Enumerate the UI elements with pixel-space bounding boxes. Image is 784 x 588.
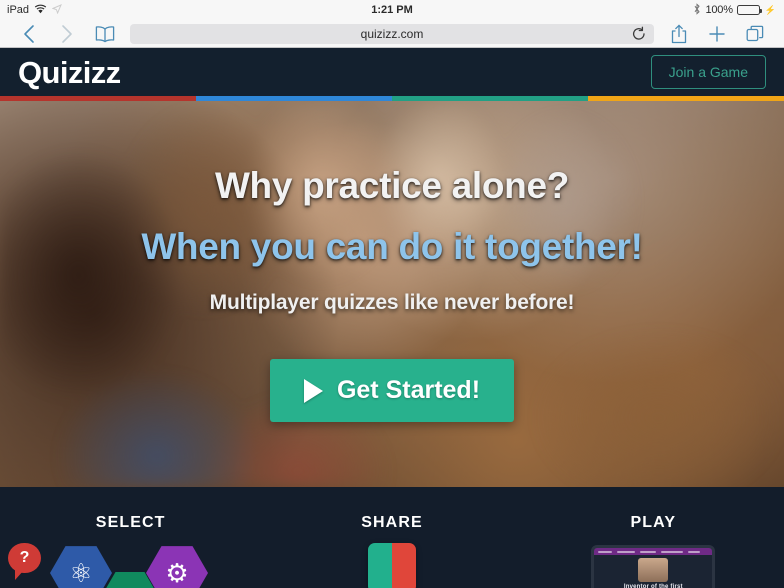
site-navbar: Quizizz Join a Game <box>0 48 784 96</box>
feature-select: SELECT ? ⚛ ⚙ <box>0 487 261 588</box>
charging-bolt-icon: ⚡ <box>764 4 776 15</box>
ipad-safari-screen: iPad 1:21 PM 100% ⚡ quizizz.com Quizizz … <box>0 0 784 588</box>
laptop-screen-topbar <box>594 548 713 555</box>
share-card-icon <box>367 543 416 588</box>
back-button[interactable] <box>10 21 48 47</box>
quiz-photo <box>638 558 669 582</box>
url-bar[interactable]: quizizz.com <box>130 23 654 44</box>
status-bar-clock: 1:21 PM <box>371 4 413 16</box>
hero-subtitle: Multiplayer quizzes like never before! <box>209 291 575 314</box>
feature-share: SHARE <box>261 487 522 588</box>
hero-content: Why practice alone? When you can do it t… <box>0 101 784 487</box>
status-bar-right: 100% ⚡ <box>693 0 776 20</box>
status-bar-left: iPad <box>0 3 62 17</box>
gear-glyph: ⚙ <box>165 558 189 588</box>
laptop-screen-body: Inventor of the first <box>594 555 713 588</box>
safari-toolbar: quizizz.com <box>0 20 784 48</box>
feature-play-art: Inventor of the first <box>523 541 784 588</box>
url-text[interactable]: quizizz.com <box>361 27 424 41</box>
hero-headline-2: When you can do it together! <box>141 226 643 267</box>
hero-section: Why practice alone? When you can do it t… <box>0 101 784 487</box>
play-triangle-icon <box>303 378 323 403</box>
gear-hexagon-icon: ⚙ <box>146 546 208 588</box>
wifi-icon <box>34 4 47 17</box>
quiz-question-text: Inventor of the first <box>623 584 683 588</box>
location-services-icon <box>51 3 62 17</box>
feature-select-art: ? ⚛ ⚙ <box>0 541 261 588</box>
tabs-button[interactable] <box>736 21 774 47</box>
hero-headline-1: Why practice alone? <box>214 165 570 206</box>
question-bubble-icon: ? <box>8 543 41 580</box>
battery-icon <box>736 5 762 15</box>
laptop-quiz-icon: Inventor of the first <box>591 545 716 588</box>
battery-percent-label: 100% <box>705 4 733 16</box>
question-mark-glyph: ? <box>19 549 30 566</box>
feature-play-title: PLAY <box>630 514 677 531</box>
feature-select-title: SELECT <box>95 514 166 531</box>
feature-share-title: SHARE <box>361 514 423 531</box>
forward-button <box>48 21 86 47</box>
new-tab-button[interactable] <box>698 21 736 47</box>
feature-share-art <box>261 541 522 588</box>
atom-hexagon-icon: ⚛ <box>50 546 112 588</box>
device-label: iPad <box>7 4 30 16</box>
join-a-game-button[interactable]: Join a Game <box>650 55 766 89</box>
ios-status-bar: iPad 1:21 PM 100% ⚡ <box>0 0 784 20</box>
quizizz-logo[interactable]: Quizizz <box>18 57 121 88</box>
share-button[interactable] <box>660 21 698 47</box>
reload-icon[interactable] <box>632 26 646 41</box>
get-started-button[interactable]: Get Started! <box>269 359 515 422</box>
features-strip: SELECT ? ⚛ ⚙ SHARE PLAY Inventor of the … <box>0 487 784 588</box>
share-card-right-half <box>391 543 416 588</box>
bluetooth-icon <box>693 2 701 18</box>
feature-play: PLAY Inventor of the first <box>523 487 784 588</box>
get-started-label: Get Started! <box>336 376 481 404</box>
atom-glyph: ⚛ <box>69 558 93 588</box>
bookmarks-button[interactable] <box>86 21 124 47</box>
share-card-left-half <box>367 543 392 588</box>
